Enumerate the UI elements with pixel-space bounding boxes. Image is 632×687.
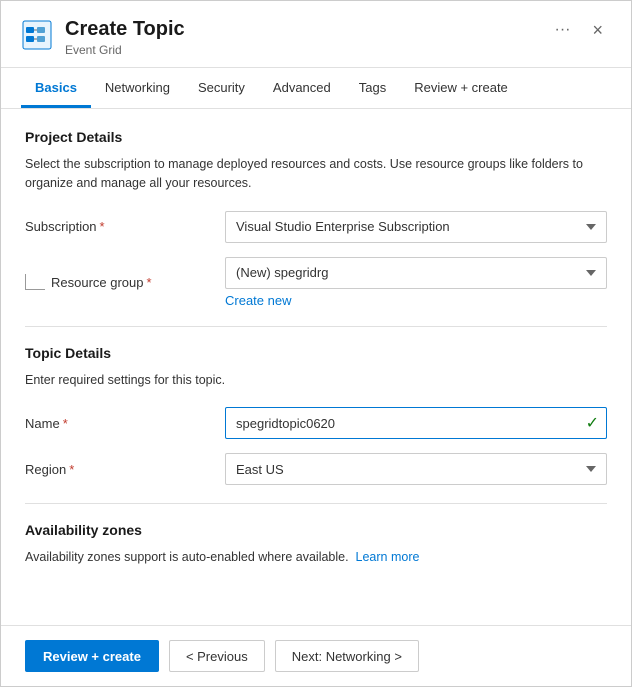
subscription-select[interactable]: Visual Studio Enterprise Subscription	[225, 211, 607, 243]
name-label: Name *	[25, 416, 225, 431]
resource-group-indent: Resource group *	[25, 274, 225, 290]
name-control: ✓	[225, 407, 607, 439]
subscription-label: Subscription *	[25, 219, 225, 234]
subscription-control: Visual Studio Enterprise Subscription	[225, 211, 607, 243]
region-label: Region *	[25, 462, 225, 477]
event-grid-icon	[21, 19, 53, 51]
project-details-description: Select the subscription to manage deploy…	[25, 155, 607, 193]
tab-basics[interactable]: Basics	[21, 68, 91, 108]
resource-group-row: Resource group * (New) spegridrg Create …	[25, 257, 607, 308]
close-button[interactable]: ×	[584, 17, 611, 43]
create-topic-dialog: Create Topic Event Grid ··· × Basics Net…	[0, 0, 632, 687]
dialog-subtitle: Event Grid	[65, 43, 185, 57]
tab-tags[interactable]: Tags	[345, 68, 400, 108]
section-divider-1	[25, 326, 607, 327]
region-select[interactable]: East US	[225, 453, 607, 485]
subscription-row: Subscription * Visual Studio Enterprise …	[25, 211, 607, 243]
tab-bar: Basics Networking Security Advanced Tags…	[1, 68, 631, 109]
header-left: Create Topic Event Grid	[21, 17, 185, 57]
next-button[interactable]: Next: Networking >	[275, 640, 419, 672]
validation-check-icon: ✓	[586, 413, 599, 433]
dialog-header: Create Topic Event Grid ··· ×	[1, 1, 631, 68]
indent-decoration	[25, 274, 45, 290]
resource-group-control: (New) spegridrg Create new	[225, 257, 607, 308]
tab-review-create[interactable]: Review + create	[400, 68, 522, 108]
learn-more-link[interactable]: Learn more	[356, 550, 420, 564]
tab-networking[interactable]: Networking	[91, 68, 184, 108]
dialog-title: Create Topic	[65, 17, 185, 41]
availability-zones-title: Availability zones	[25, 522, 607, 538]
more-options-button[interactable]: ···	[549, 17, 577, 43]
name-input[interactable]	[225, 407, 607, 439]
topic-details-title: Topic Details	[25, 345, 607, 361]
create-new-link[interactable]: Create new	[225, 293, 291, 308]
region-control: East US	[225, 453, 607, 485]
name-input-wrapper: ✓	[225, 407, 607, 439]
main-content: Project Details Select the subscription …	[1, 109, 631, 625]
dialog-footer: Review + create < Previous Next: Network…	[1, 625, 631, 686]
availability-zones-description: Availability zones support is auto-enabl…	[25, 548, 607, 567]
name-row: Name * ✓	[25, 407, 607, 439]
review-create-button[interactable]: Review + create	[25, 640, 159, 672]
section-divider-2	[25, 503, 607, 504]
region-row: Region * East US	[25, 453, 607, 485]
title-group: Create Topic Event Grid	[65, 17, 185, 57]
tab-security[interactable]: Security	[184, 68, 259, 108]
topic-details-description: Enter required settings for this topic.	[25, 371, 607, 390]
previous-button[interactable]: < Previous	[169, 640, 265, 672]
tab-advanced[interactable]: Advanced	[259, 68, 345, 108]
resource-group-select[interactable]: (New) spegridrg	[225, 257, 607, 289]
resource-group-label: Resource group *	[51, 275, 152, 290]
project-details-title: Project Details	[25, 129, 607, 145]
header-actions: ··· ×	[549, 17, 612, 43]
